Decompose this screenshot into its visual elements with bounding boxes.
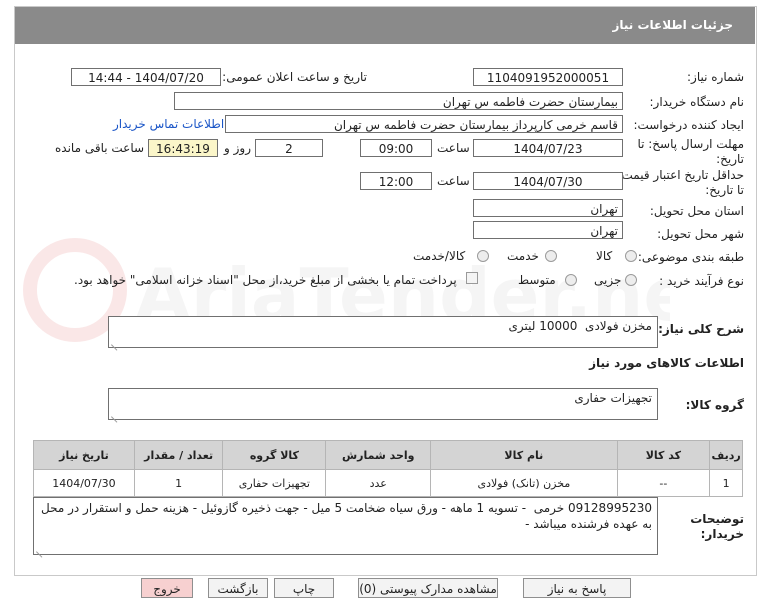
resize-grip-icon[interactable] xyxy=(111,337,119,345)
city-field: تهران xyxy=(473,221,623,239)
creator-field: قاسم خرمی کارپرداز بیمارستان حضرت فاطمه … xyxy=(225,115,623,133)
page-title: جزئیات اطلاعات نیاز xyxy=(612,18,733,32)
buyer-field: بیمارستان حضرت فاطمه س تهران xyxy=(174,92,623,110)
need-number-label: شماره نیاز: xyxy=(687,70,744,84)
category-option-goods: کالا xyxy=(596,249,613,263)
price-validity-label: حداقل تاریخ اعتبار قیمت: تا تاریخ: xyxy=(617,168,744,197)
goods-info-heading: اطلاعات کالاهای مورد نیاز xyxy=(589,356,744,370)
cell-code: -- xyxy=(616,469,711,497)
need-number-field: 1104091952000051 xyxy=(473,68,623,86)
description-text: مخزن فولادی 10000 لیتری xyxy=(508,319,653,333)
table-header-row: ردیف کد کالا نام کالا واحد شمارش کالا گر… xyxy=(33,440,743,470)
back-button[interactable]: بازگشت xyxy=(208,578,268,598)
attachments-button[interactable]: مشاهده مدارک پیوستی (0) xyxy=(358,578,498,598)
cell-row-number: 1 xyxy=(709,469,743,497)
table-row: 1 -- مخزن (تانک) فولادی عدد تجهیزات حفار… xyxy=(33,469,743,497)
goods-table: ردیف کد کالا نام کالا واحد شمارش کالا گر… xyxy=(33,440,743,497)
reply-time-field: 09:00 xyxy=(360,139,432,157)
price-validity-time-label: ساعت xyxy=(437,174,470,188)
province-label: استان محل تحویل: xyxy=(649,204,744,218)
price-validity-date-field: 1404/07/30 xyxy=(473,172,623,190)
description-label: شرح کلی نیاز: xyxy=(658,322,744,336)
category-option-goods-service: کالا/خدمت xyxy=(413,249,466,263)
province-field: تهران xyxy=(473,199,623,217)
buyer-label: نام دستگاه خریدار: xyxy=(649,95,745,109)
col-header-group: کالا گروه xyxy=(222,440,327,470)
announce-label: تاریخ و ساعت اعلان عمومی: xyxy=(222,70,367,84)
goods-group-text: تجهیزات حفاری xyxy=(574,391,652,405)
category-option-service: خدمت xyxy=(507,249,539,263)
reply-time-label: ساعت xyxy=(437,141,470,155)
process-option-minor: جزیی xyxy=(594,273,622,287)
buyer-notes-text: 09128995230 خرمی - تسویه 1 ماهه - ورق سی… xyxy=(37,501,652,531)
days-label: روز و xyxy=(224,141,251,155)
remaining-label: ساعت باقی مانده xyxy=(55,141,145,155)
remaining-time-field: 16:43:19 xyxy=(148,139,218,157)
category-radio-goods-service[interactable] xyxy=(477,250,489,262)
treasury-payment-note: پرداخت تمام یا بخشی از مبلغ خرید،از محل … xyxy=(74,273,457,287)
cell-quantity: 1 xyxy=(133,469,224,497)
resize-grip-icon[interactable] xyxy=(36,544,44,552)
city-label: شهر محل تحویل: xyxy=(657,227,744,241)
panel-header: جزئیات اطلاعات نیاز xyxy=(15,7,755,44)
col-header-quantity: تعداد / مقدار xyxy=(133,440,224,470)
reply-deadline-label: مهلت ارسال پاسخ: تا تاریخ: xyxy=(637,137,744,166)
description-field: مخزن فولادی 10000 لیتری xyxy=(108,316,658,348)
creator-label: ایجاد کننده درخواست: xyxy=(633,118,744,132)
col-header-code: کد کالا xyxy=(616,440,711,470)
reply-button[interactable]: پاسخ به نیاز xyxy=(523,578,631,598)
price-validity-time-field: 12:00 xyxy=(360,172,432,190)
cell-unit: عدد xyxy=(325,469,432,497)
process-option-medium: متوسط xyxy=(518,273,556,287)
process-label: نوع فرآیند خرید : xyxy=(659,274,744,288)
announce-field: 1404/07/20 - 14:44 xyxy=(71,68,221,86)
process-radio-medium[interactable] xyxy=(565,274,577,286)
buyer-notes-field: 09128995230 خرمی - تسویه 1 ماهه - ورق سی… xyxy=(33,497,658,555)
cell-date: 1404/07/30 xyxy=(33,469,135,497)
col-header-name: نام کالا xyxy=(430,440,618,470)
treasury-payment-checkbox[interactable] xyxy=(466,272,478,284)
reply-days-field: 2 xyxy=(255,139,323,157)
buyer-contact-link[interactable]: اطلاعات تماس خریدار xyxy=(113,117,224,131)
goods-group-field: تجهیزات حفاری xyxy=(108,388,658,420)
cell-name: مخزن (تانک) فولادی xyxy=(430,469,618,497)
col-header-unit: واحد شمارش xyxy=(325,440,432,470)
col-header-row-number: ردیف xyxy=(709,440,743,470)
reply-date-field: 1404/07/23 xyxy=(473,139,623,157)
col-header-date: تاریخ نیاز xyxy=(33,440,135,470)
goods-group-label: گروه کالا: xyxy=(685,398,744,412)
cell-group: تجهیزات حفاری xyxy=(222,469,327,497)
print-button[interactable]: چاپ xyxy=(274,578,334,598)
resize-grip-icon[interactable] xyxy=(111,409,119,417)
category-radio-service[interactable] xyxy=(545,250,557,262)
buyer-notes-label: توضیحات خریدار: xyxy=(690,512,744,541)
exit-button[interactable]: خروج xyxy=(141,578,193,598)
category-label: طبقه بندی موضوعی: xyxy=(637,250,744,264)
category-radio-goods[interactable] xyxy=(625,250,637,262)
process-radio-minor[interactable] xyxy=(625,274,637,286)
